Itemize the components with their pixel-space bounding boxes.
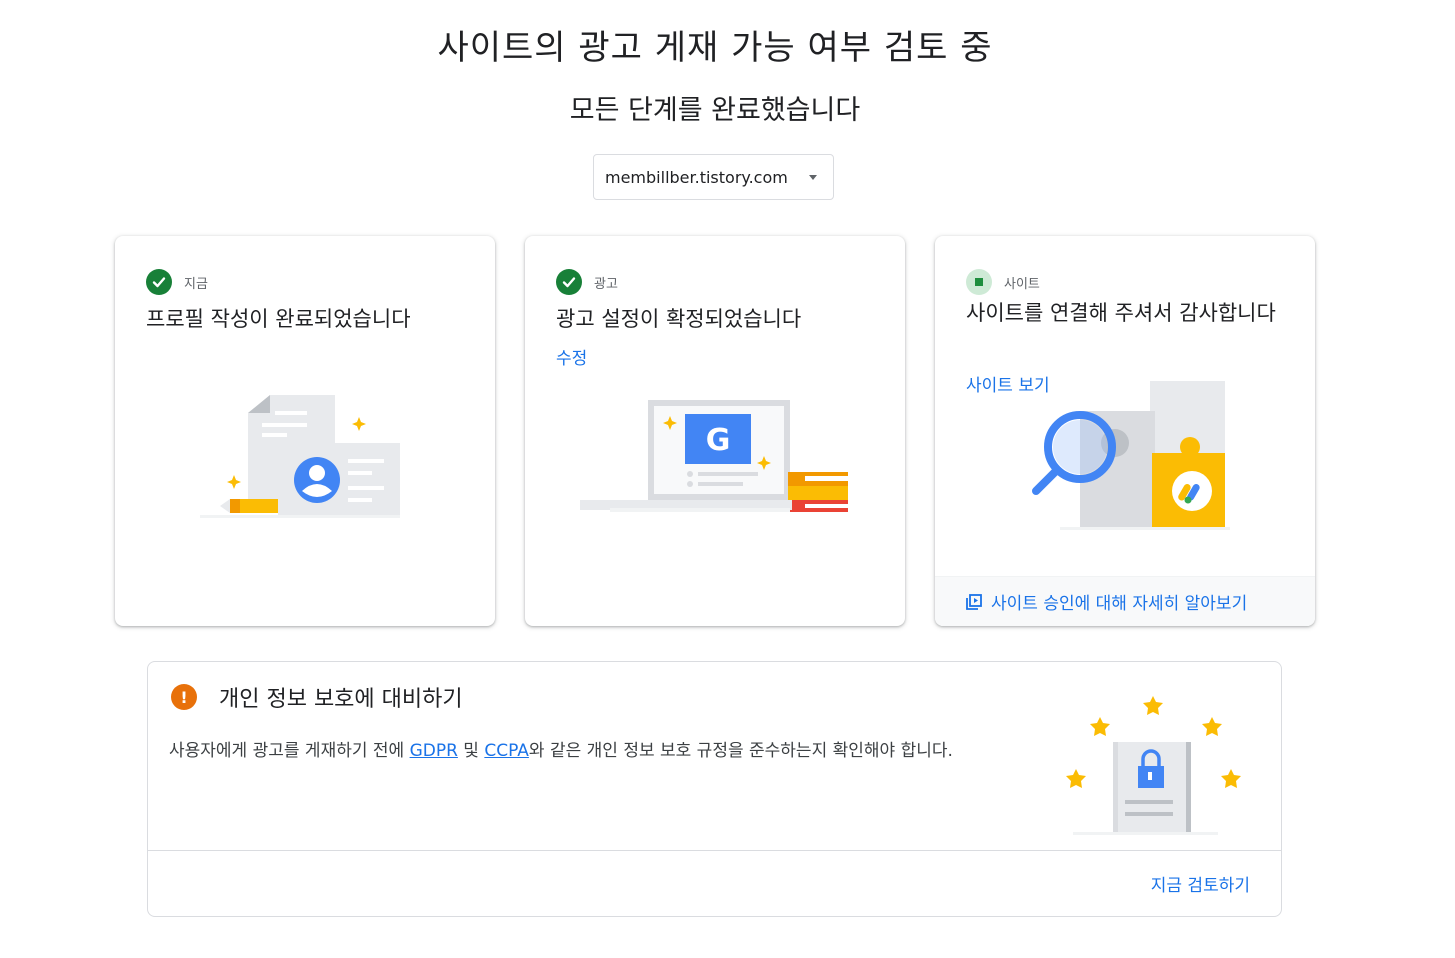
site-selector-value: membillber.tistory.com (605, 167, 788, 187)
card-heading: 프로필 작성이 완료되었습니다 (146, 307, 411, 331)
laptop-ads-illustration-icon: G (580, 396, 860, 520)
site-connect-card: 사이트 사이트를 연결해 주셔서 감사합니다 사이트 보기 사이트 승인에 대해… (935, 236, 1315, 626)
card-status-label: 지금 (184, 276, 208, 292)
svg-text:G: G (706, 423, 731, 458)
review-now-button[interactable]: 지금 검토하기 (1151, 871, 1250, 896)
card-status-label: 광고 (594, 276, 618, 292)
learn-more-link[interactable]: 사이트 승인에 대해 자세히 알아보기 (991, 589, 1247, 614)
profile-illustration-icon (200, 391, 420, 535)
card-heading: 사이트를 연결해 주셔서 감사합니다 (966, 301, 1276, 325)
privacy-description: 사용자에게 광고를 게재하기 전에 GDPR 및 CCPA와 같은 개인 정보 … (169, 736, 953, 761)
puzzle-search-illustration-icon (1030, 381, 1240, 535)
card-status: 지금 (146, 269, 208, 295)
check-circle-icon (146, 269, 172, 295)
privacy-lock-illustration-icon (1063, 692, 1263, 846)
card-status-label: 사이트 (1004, 276, 1040, 292)
in-progress-icon (966, 269, 992, 295)
warning-icon: ! (171, 684, 197, 710)
card-status: 광고 (556, 269, 618, 295)
profile-card: 지금 프로필 작성이 완료되었습니다 (115, 236, 495, 626)
edit-link[interactable]: 수정 (556, 344, 587, 369)
privacy-text: 와 같은 개인 정보 보호 규정을 준수하는지 확인해야 합니다. (528, 741, 953, 761)
ccpa-link[interactable]: CCPA (484, 741, 529, 761)
card-heading: 광고 설정이 확정되었습니다 (556, 307, 802, 331)
learn-more-footer[interactable]: 사이트 승인에 대해 자세히 알아보기 (935, 576, 1315, 626)
site-selector-dropdown[interactable]: membillber.tistory.com (593, 154, 834, 200)
privacy-text: 사용자에게 광고를 게재하기 전에 (169, 741, 410, 761)
card-status: 사이트 (966, 269, 1040, 295)
privacy-title: 개인 정보 보호에 대비하기 (219, 687, 463, 712)
gdpr-link[interactable]: GDPR (410, 741, 458, 761)
video-library-icon (965, 593, 983, 611)
privacy-text: 및 (457, 741, 485, 761)
page-title: 사이트의 광고 게재 가능 여부 검토 중 (437, 28, 993, 68)
privacy-panel: ! 개인 정보 보호에 대비하기 사용자에게 광고를 게재하기 전에 GDPR … (147, 661, 1282, 917)
check-circle-icon (556, 269, 582, 295)
divider (148, 850, 1281, 851)
ad-settings-card: 광고 광고 설정이 확정되었습니다 수정 G (525, 236, 905, 626)
page-subtitle: 모든 단계를 완료했습니다 (569, 95, 861, 126)
dropdown-arrow-icon (809, 175, 817, 180)
